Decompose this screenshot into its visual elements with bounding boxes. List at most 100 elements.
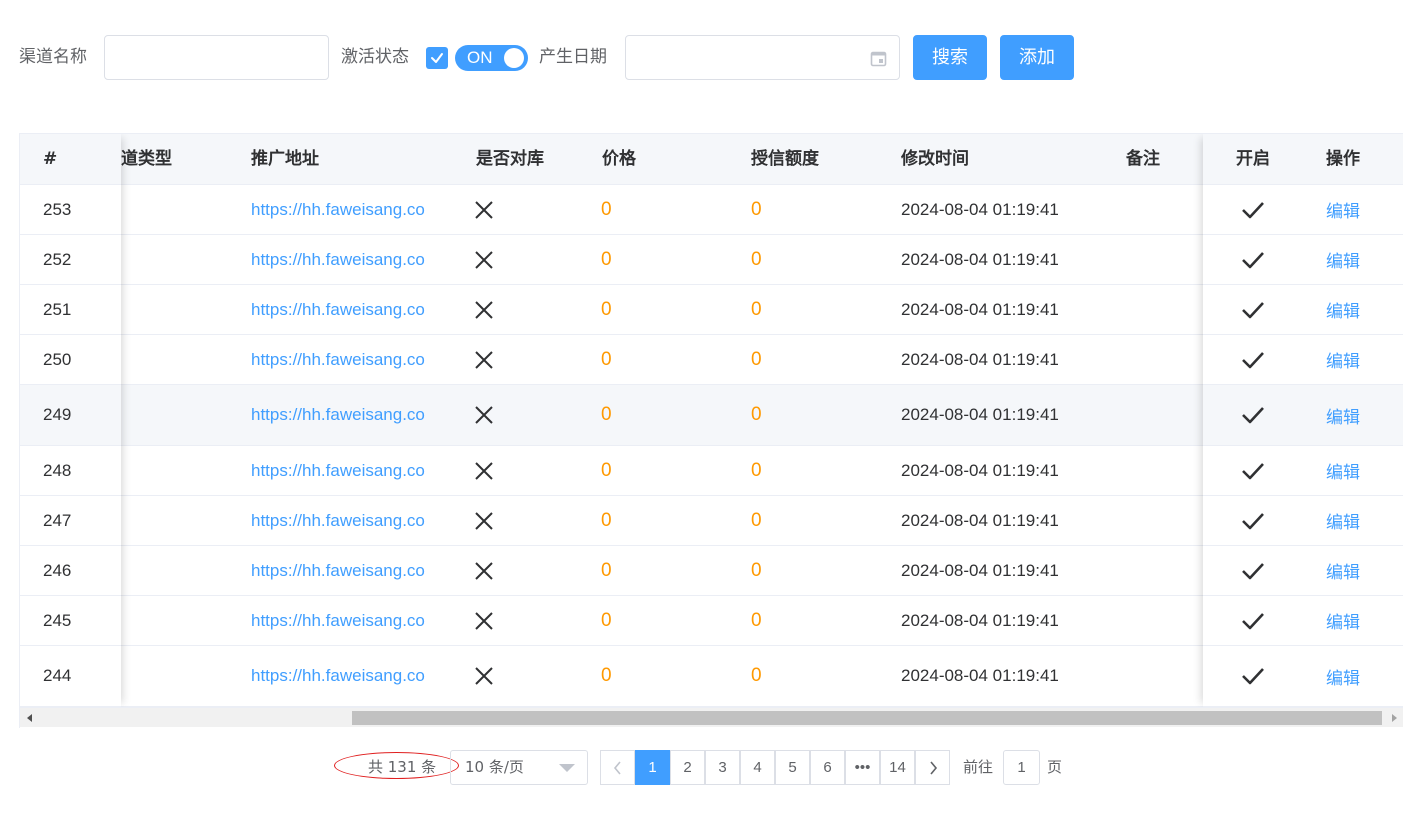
row-modified-time: 2024-08-04 01:19:41 bbox=[901, 666, 1059, 685]
edit-link[interactable]: 编辑 bbox=[1326, 646, 1360, 706]
page-button[interactable]: 2 bbox=[670, 750, 705, 785]
page-button[interactable]: 1 bbox=[635, 750, 670, 785]
edit-link[interactable]: 编辑 bbox=[1326, 446, 1360, 495]
cross-icon bbox=[474, 596, 494, 645]
cross-icon bbox=[474, 285, 494, 334]
row-url-link[interactable]: https://hh.faweisang.co bbox=[251, 185, 425, 234]
row-modified-time: 2024-08-04 01:19:41 bbox=[901, 299, 1059, 319]
channel-name-label: 渠道名称 bbox=[19, 47, 87, 67]
table-row[interactable]: 248 https://hh.faweisang.co 0 0 2024-08-04 0… bbox=[20, 446, 1403, 496]
search-button[interactable]: 搜索 bbox=[913, 35, 987, 80]
page-button[interactable]: 5 bbox=[775, 750, 810, 785]
row-modified-time: 2024-08-04 01:19:41 bbox=[901, 460, 1059, 480]
goto-prefix: 前往 bbox=[963, 758, 994, 776]
edit-link[interactable]: 编辑 bbox=[1326, 496, 1360, 545]
edit-link[interactable]: 编辑 bbox=[1326, 596, 1360, 645]
row-price: 0 bbox=[601, 609, 612, 631]
switch-knob bbox=[504, 48, 524, 68]
table-row[interactable]: 253 https://hh.faweisang.co 0 0 2024-08-04 0… bbox=[20, 185, 1403, 235]
scroll-left-icon[interactable] bbox=[27, 714, 32, 722]
col-header-remark: 备注 bbox=[1126, 149, 1160, 169]
goto-page-input[interactable]: 1 bbox=[1003, 750, 1040, 785]
row-url-link[interactable]: https://hh.faweisang.co bbox=[251, 596, 425, 645]
row-credit: 0 bbox=[751, 198, 762, 220]
row-modified-time: 2024-08-04 01:19:41 bbox=[901, 405, 1059, 424]
table-row[interactable]: 246 https://hh.faweisang.co 0 0 2024-08-04 0… bbox=[20, 546, 1403, 596]
edit-link[interactable]: 编辑 bbox=[1326, 185, 1360, 234]
row-credit: 0 bbox=[751, 298, 762, 320]
cross-icon bbox=[474, 385, 494, 445]
cross-icon bbox=[474, 446, 494, 495]
table-row[interactable]: 250 https://hh.faweisang.co 0 0 2024-08-04 0… bbox=[20, 335, 1403, 385]
row-url-link[interactable]: https://hh.faweisang.co bbox=[251, 235, 425, 284]
total-count: 共 131 条 bbox=[368, 758, 437, 776]
row-url-link[interactable]: https://hh.faweisang.co bbox=[251, 446, 425, 495]
col-header-id: # bbox=[43, 149, 58, 169]
table-row[interactable]: 247 https://hh.faweisang.co 0 0 2024-08-04 0… bbox=[20, 496, 1403, 546]
channel-name-field[interactable] bbox=[105, 36, 328, 79]
page-button[interactable]: 14 bbox=[880, 750, 915, 785]
date-field[interactable] bbox=[626, 36, 899, 79]
edit-link[interactable]: 编辑 bbox=[1326, 335, 1360, 384]
page-button[interactable]: 6 bbox=[810, 750, 845, 785]
active-status-switch[interactable]: ON bbox=[455, 45, 528, 71]
next-page-button[interactable] bbox=[915, 750, 950, 785]
cross-icon bbox=[474, 646, 494, 706]
row-modified-time: 2024-08-04 01:19:41 bbox=[901, 560, 1059, 580]
table-row[interactable]: 251 https://hh.faweisang.co 0 0 2024-08-04 0… bbox=[20, 285, 1403, 335]
date-picker[interactable] bbox=[625, 35, 900, 80]
row-credit: 0 bbox=[751, 348, 762, 370]
table-row[interactable]: 252 https://hh.faweisang.co 0 0 2024-08-04 0… bbox=[20, 235, 1403, 285]
row-url-link[interactable]: https://hh.faweisang.co bbox=[251, 646, 425, 706]
goto-suffix: 页 bbox=[1047, 758, 1063, 776]
check-icon bbox=[1241, 546, 1265, 595]
cross-icon bbox=[474, 546, 494, 595]
table-row[interactable]: 249 https://hh.faweisang.co 0 0 2024-08-04 0… bbox=[20, 385, 1403, 446]
row-modified-time: 2024-08-04 01:19:41 bbox=[901, 510, 1059, 530]
edit-link[interactable]: 编辑 bbox=[1326, 285, 1360, 334]
cross-icon bbox=[474, 335, 494, 384]
row-modified-time: 2024-08-04 01:19:41 bbox=[901, 199, 1059, 219]
row-url-link[interactable]: https://hh.faweisang.co bbox=[251, 496, 425, 545]
check-icon bbox=[1241, 335, 1265, 384]
row-credit: 0 bbox=[751, 248, 762, 270]
channel-name-input[interactable] bbox=[104, 35, 329, 80]
check-icon bbox=[1241, 235, 1265, 284]
edit-link[interactable]: 编辑 bbox=[1326, 546, 1360, 595]
page-size-select[interactable]: 10 条/页 bbox=[450, 750, 588, 785]
channel-table: # 道类型 推广地址 是否对库 价格 授信额度 修改时间 备注 开启 操作 25… bbox=[19, 133, 1403, 728]
row-url-link[interactable]: https://hh.faweisang.co bbox=[251, 335, 425, 384]
row-price: 0 bbox=[601, 509, 612, 531]
check-icon bbox=[1241, 185, 1265, 234]
page-size-value: 10 条/页 bbox=[465, 758, 524, 776]
pagination: 共 131 条 10 条/页 1 2 3 4 5 6 ••• 14 前往 1 页 bbox=[0, 750, 1406, 785]
col-header-price: 价格 bbox=[602, 149, 636, 169]
row-url-link[interactable]: https://hh.faweisang.co bbox=[251, 546, 425, 595]
row-price: 0 bbox=[601, 404, 612, 425]
active-status-checkbox[interactable] bbox=[426, 47, 448, 69]
row-price: 0 bbox=[601, 198, 612, 220]
col-header-reconcile: 是否对库 bbox=[476, 149, 544, 169]
page-button[interactable]: 3 bbox=[705, 750, 740, 785]
row-id: 251 bbox=[43, 299, 72, 319]
row-url-link[interactable]: https://hh.faweisang.co bbox=[251, 385, 425, 445]
row-url-link[interactable]: https://hh.faweisang.co bbox=[251, 285, 425, 334]
edit-link[interactable]: 编辑 bbox=[1326, 385, 1360, 445]
scrollbar-thumb[interactable] bbox=[352, 711, 1382, 725]
more-pages-button[interactable]: ••• bbox=[845, 750, 880, 785]
col-header-action: 操作 bbox=[1326, 149, 1360, 169]
table-row[interactable]: 244 https://hh.faweisang.co 0 0 2024-08-04 0… bbox=[20, 646, 1403, 707]
edit-link[interactable]: 编辑 bbox=[1326, 235, 1360, 284]
horizontal-scrollbar[interactable] bbox=[20, 707, 1403, 727]
col-header-credit: 授信额度 bbox=[751, 149, 819, 169]
row-id: 247 bbox=[43, 510, 72, 530]
table-row[interactable]: 245 https://hh.faweisang.co 0 0 2024-08-04 0… bbox=[20, 596, 1403, 646]
row-modified-time: 2024-08-04 01:19:41 bbox=[901, 249, 1059, 269]
prev-page-button[interactable] bbox=[600, 750, 635, 785]
calendar-icon bbox=[870, 51, 887, 67]
add-button[interactable]: 添加 bbox=[1000, 35, 1074, 80]
cross-icon bbox=[474, 185, 494, 234]
page-button[interactable]: 4 bbox=[740, 750, 775, 785]
row-credit: 0 bbox=[751, 609, 762, 631]
scroll-right-icon[interactable] bbox=[1392, 714, 1397, 722]
